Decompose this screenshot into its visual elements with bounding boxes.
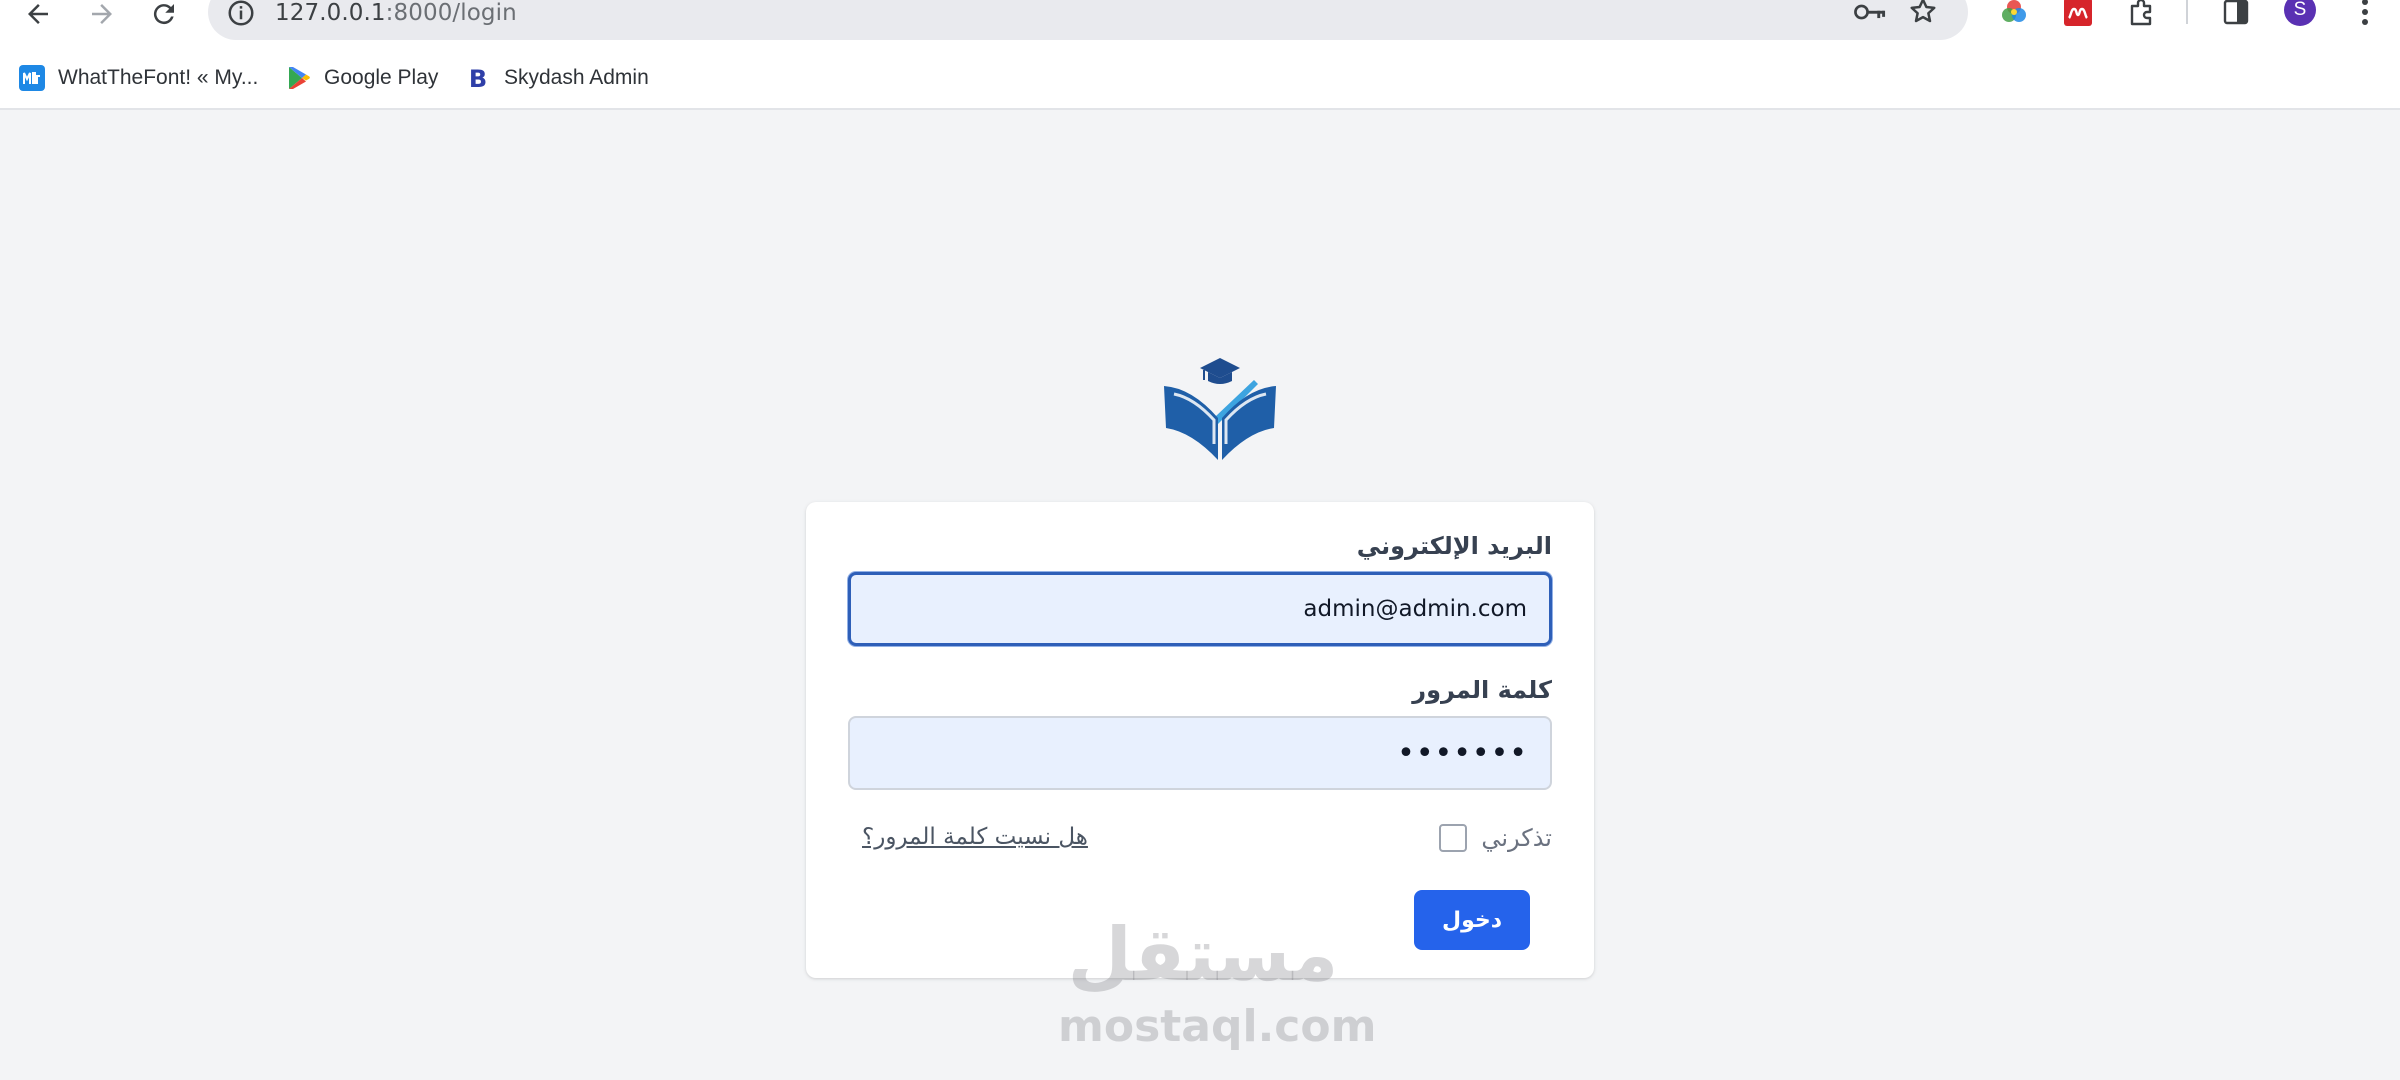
login-button[interactable]: دخول	[1414, 890, 1530, 950]
watermark-arabic: مستقل	[1067, 912, 1339, 998]
bookmark-label: Skydash Admin	[504, 66, 649, 89]
reload-icon[interactable]	[144, 0, 184, 34]
password-key-icon[interactable]	[1853, 0, 1887, 26]
app-logo	[1164, 358, 1276, 460]
login-card: البريد الإلكتروني كلمة المرور تذكرني هل …	[806, 502, 1594, 978]
whatthefont-icon	[18, 64, 46, 92]
toolbar-divider	[2186, 0, 2188, 24]
password-field-wrapper	[848, 716, 1552, 790]
remember-me: تذكرني	[1439, 824, 1552, 852]
email-label: البريد الإلكتروني	[1356, 532, 1552, 560]
password-field[interactable]	[850, 718, 1550, 788]
email-field-wrapper	[848, 572, 1552, 646]
site-info-icon[interactable]	[226, 0, 256, 28]
mendeley-extension-icon[interactable]	[2060, 0, 2096, 30]
back-arrow-icon[interactable]	[18, 0, 58, 34]
email-field[interactable]	[851, 575, 1549, 643]
skydash-b-icon: B	[464, 64, 492, 92]
forward-arrow-icon[interactable]	[82, 0, 122, 34]
color-wheel-extension-icon[interactable]	[1996, 0, 2032, 30]
bookmark-label: WhatTheFont! « My...	[58, 66, 259, 89]
browser-toolbar: 127.0.0.1:8000/login S	[0, 0, 2400, 46]
forgot-password-link[interactable]: هل نسيت كلمة المرور؟	[862, 824, 1088, 850]
bookmarks-bar: WhatTheFont! « My... Google Play B Skyda…	[0, 46, 2400, 110]
remember-me-checkbox[interactable]	[1439, 824, 1468, 852]
bookmark-skydash-admin[interactable]: B Skydash Admin	[464, 60, 649, 96]
mostaql-watermark: مستقل mostaql.com	[1058, 910, 1377, 1052]
remember-me-label: تذكرني	[1481, 824, 1552, 852]
bookmark-star-icon[interactable]	[1908, 0, 1938, 26]
bookmark-label: Google Play	[324, 66, 439, 89]
bookmark-whatthefont[interactable]: WhatTheFont! « My...	[18, 60, 258, 96]
profile-avatar[interactable]: S	[2284, 0, 2316, 26]
side-panel-icon[interactable]	[2218, 0, 2254, 30]
svg-text:B: B	[469, 65, 487, 92]
address-bar[interactable]: 127.0.0.1:8000/login	[208, 0, 1968, 40]
bookmark-google-play[interactable]: Google Play	[284, 60, 438, 96]
watermark-latin: mostaql.com	[1058, 1001, 1377, 1052]
kebab-menu-icon[interactable]	[2350, 0, 2380, 30]
google-play-icon	[284, 64, 312, 92]
extensions-puzzle-icon[interactable]	[2124, 0, 2160, 30]
url-text: 127.0.0.1:8000/login	[275, 0, 517, 26]
password-label: كلمة المرور	[1412, 676, 1552, 704]
